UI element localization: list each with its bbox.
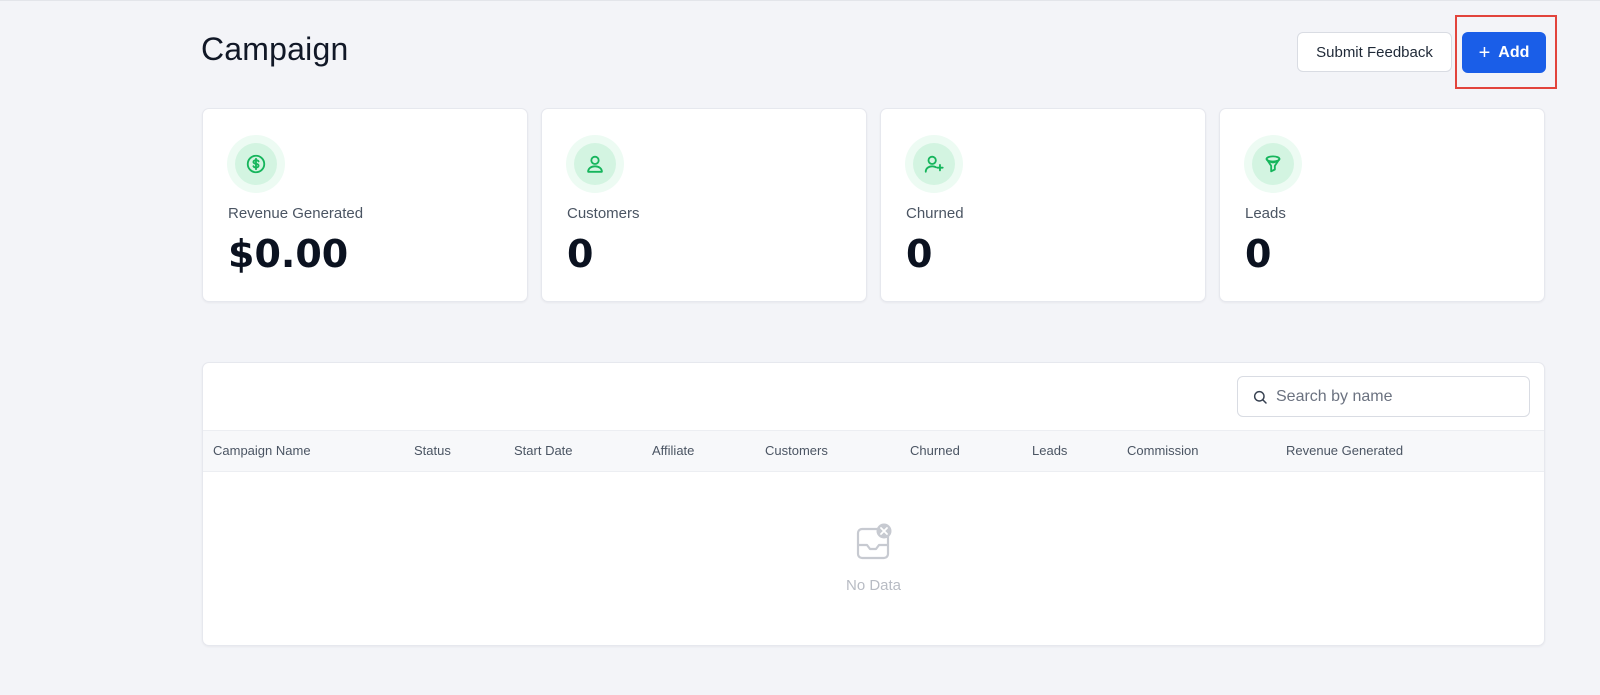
column-header-affiliate[interactable]: Affiliate [652,431,694,471]
column-header-leads[interactable]: Leads [1032,431,1067,471]
page-title: Campaign [201,31,349,67]
stat-icon-wrap [1244,135,1302,193]
stat-icon-bg [913,143,955,185]
stat-icon-wrap [905,135,963,193]
empty-state-text: No Data [845,577,902,594]
stat-card-customers: Customers 0 [541,108,867,302]
stat-icon-bg [574,143,616,185]
stat-value: $0.00 [228,232,349,276]
dollar-icon [246,154,266,174]
stat-icon-wrap [227,135,285,193]
stat-value: 0 [567,232,594,276]
stat-label: Churned [906,205,964,222]
stat-icon-bg [235,143,277,185]
add-button[interactable]: + Add [1462,32,1546,73]
stat-value: 0 [1245,232,1272,276]
column-header-start-date[interactable]: Start Date [514,431,573,471]
search-box[interactable] [1237,376,1530,417]
search-icon [1253,390,1267,404]
column-header-status[interactable]: Status [414,431,451,471]
submit-feedback-button[interactable]: Submit Feedback [1297,32,1452,72]
add-button-label: Add [1498,43,1530,61]
funnel-icon [1265,155,1281,173]
stat-icon-bg [1252,143,1294,185]
stat-label: Customers [567,205,640,222]
stat-label: Leads [1245,205,1286,222]
search-input[interactable] [1274,386,1518,407]
stat-card-churned: Churned 0 [880,108,1206,302]
column-header-campaign-name[interactable]: Campaign Name [213,431,311,471]
user-plus-icon [924,155,944,173]
plus-icon: + [1478,41,1491,64]
stat-card-revenue: Revenue Generated $0.00 [202,108,528,302]
column-header-customers[interactable]: Customers [765,431,828,471]
column-header-revenue-generated[interactable]: Revenue Generated [1286,431,1403,471]
stat-icon-wrap [566,135,624,193]
column-header-commission[interactable]: Commission [1127,431,1199,471]
stat-card-leads: Leads 0 [1219,108,1545,302]
top-divider [0,0,1600,1]
user-icon [587,155,603,173]
campaign-table-card: Campaign Name Status Start Date Affiliat… [202,362,1545,646]
empty-inbox-icon [856,523,892,560]
stat-value: 0 [906,232,933,276]
stat-label: Revenue Generated [228,205,364,222]
column-header-churned[interactable]: Churned [910,431,960,471]
table-header: Campaign Name Status Start Date Affiliat… [203,430,1544,472]
